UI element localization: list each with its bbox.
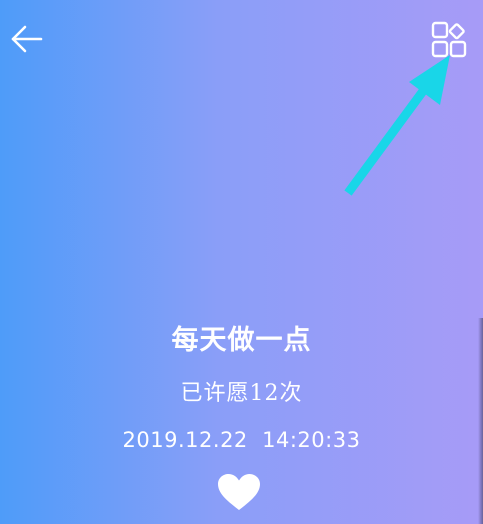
wish-datetime: 2019.12.22 14:20:33: [122, 428, 361, 452]
grid-menu-button[interactable]: [430, 20, 472, 60]
back-arrow-icon: [11, 25, 43, 53]
back-button[interactable]: [8, 20, 46, 58]
heart-icon: [218, 474, 260, 510]
grid-menu-icon: [431, 21, 467, 58]
top-bar: [0, 0, 483, 80]
wish-title: 每天做一点: [171, 325, 312, 356]
edge-shadow: [478, 318, 483, 524]
wish-detail-screen: { "header": { "back_icon": "back-arrow-i…: [0, 0, 483, 524]
like-button[interactable]: [216, 472, 262, 512]
wish-count: 已许愿12次: [180, 381, 303, 406]
